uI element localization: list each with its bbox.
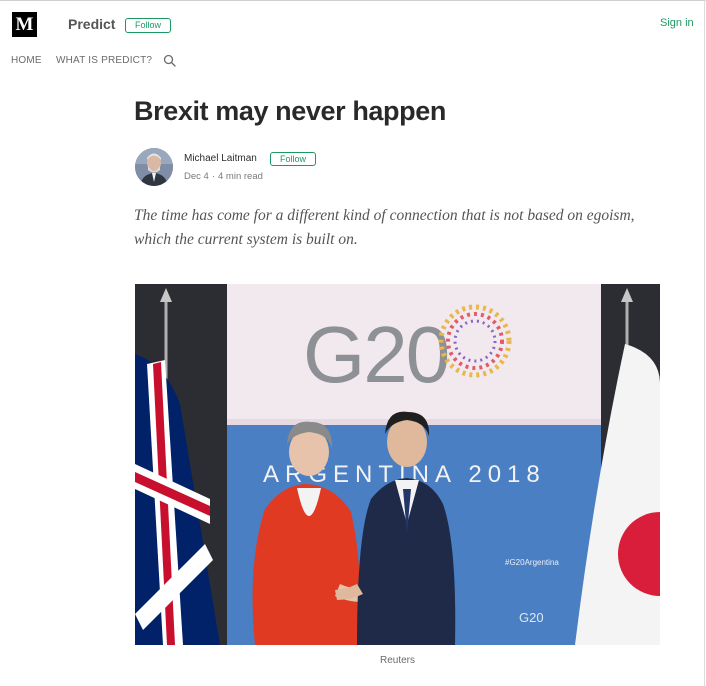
follow-publication-button[interactable]: Follow [125,18,171,33]
medium-logo[interactable]: M [12,12,37,37]
author-avatar[interactable] [135,148,173,186]
search-icon[interactable] [163,54,176,67]
g20-small-logo: G20 [519,610,544,625]
article-title: Brexit may never happen [134,96,446,126]
publish-date: Dec 4 [184,171,209,182]
sign-in-link[interactable]: Sign in [660,17,694,29]
g20-backdrop-logo: G20 [303,310,448,399]
read-time: 4 min read [218,171,263,182]
author-name[interactable]: Michael Laitman [184,153,257,164]
image-caption: Reuters [379,655,415,666]
article-subtitle: The time has come for a different kind o… [134,207,635,248]
publication-name[interactable]: Predict [68,16,115,32]
hashtag-text: #G20Argentina [505,558,559,567]
hero-image: G20 ARGENTINA 2018 #G20Argentina G20 [135,284,660,645]
nav-what-is-predict[interactable]: WHAT IS PREDICT? [56,55,152,66]
right-border [704,0,705,686]
follow-author-button[interactable]: Follow [270,152,316,166]
top-border [0,0,706,1]
nav-home[interactable]: HOME [11,55,42,66]
article-meta: Dec 4 · 4 min read [184,171,263,182]
